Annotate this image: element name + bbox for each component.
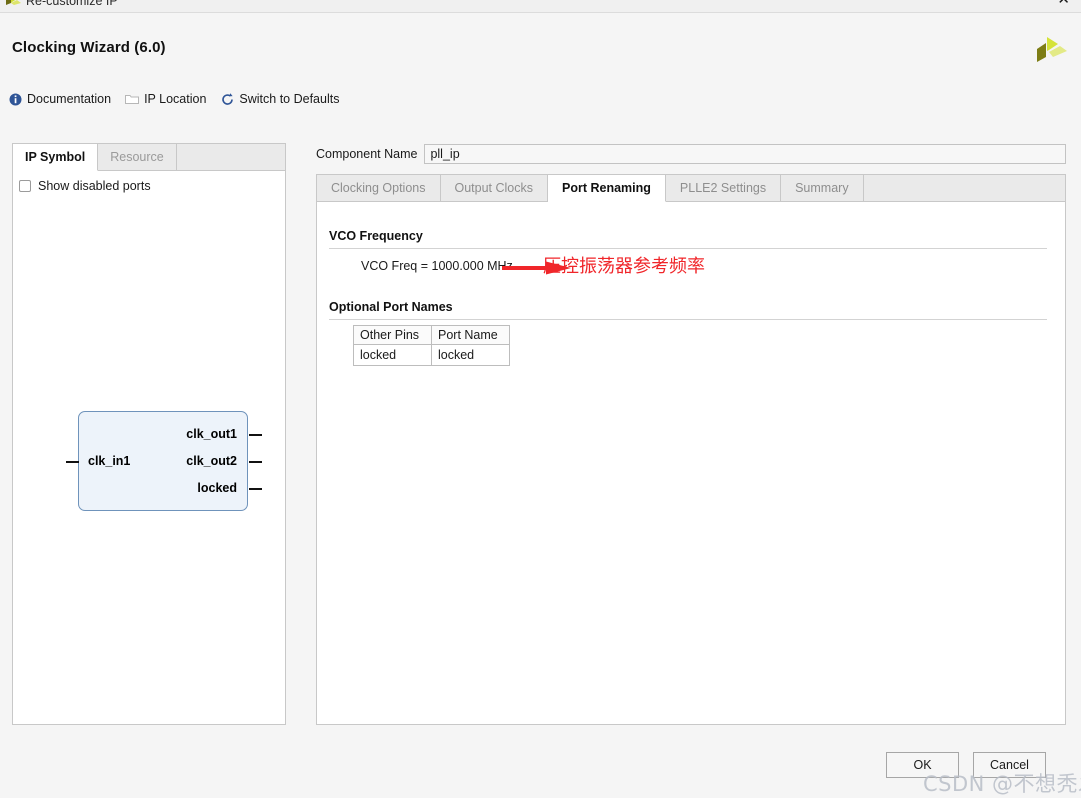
settings-tabbar: Clocking Options Output Clocks Port Rena…: [316, 174, 1066, 202]
column-header-other-pins: Other Pins: [353, 325, 432, 345]
xilinx-logo-icon: [1029, 30, 1069, 70]
table-header-row: Other Pins Port Name: [353, 325, 510, 345]
pin-line-clk-out2: [249, 461, 262, 463]
folder-icon: [125, 92, 140, 106]
tab-ip-symbol[interactable]: IP Symbol: [13, 144, 99, 171]
port-name-input[interactable]: locked: [431, 344, 510, 366]
vco-section-divider: [329, 248, 1047, 249]
port-renaming-content: VCO Frequency VCO Freq = 1000.000 MHz 压控…: [316, 202, 1066, 725]
app-icon: [6, 0, 21, 9]
column-header-port-name: Port Name: [431, 325, 510, 345]
tab-clocking-options[interactable]: Clocking Options: [317, 175, 441, 201]
window-title-bar: Re-customize IP ✕: [0, 0, 1081, 13]
tab-output-clocks-label: Output Clocks: [454, 181, 534, 195]
vco-frequency-value: VCO Freq = 1000.000 MHz: [361, 259, 513, 273]
pin-label-locked: locked: [197, 481, 237, 495]
pin-label-clk-out2: clk_out2: [186, 454, 237, 468]
optional-port-names-table: Other Pins Port Name locked locked: [353, 325, 510, 366]
pin-line-clk-in1: [66, 461, 79, 463]
component-name-label: Component Name: [316, 147, 418, 161]
cancel-button[interactable]: Cancel: [973, 752, 1046, 778]
tab-ip-symbol-label: IP Symbol: [25, 150, 86, 164]
vco-frequency-heading: VCO Frequency: [329, 229, 423, 243]
ip-symbol-diagram: clk_in1 clk_out1 clk_out2 locked: [66, 411, 266, 521]
close-icon[interactable]: ✕: [1057, 0, 1070, 8]
tab-plle2-settings-label: PLLE2 Settings: [679, 181, 767, 195]
component-name-row: Component Name: [316, 143, 1066, 165]
switch-to-defaults-link[interactable]: Switch to Defaults: [220, 92, 339, 106]
pin-label-clk-in1: clk_in1: [88, 454, 131, 468]
pin-line-locked: [249, 488, 262, 490]
pin-label-clk-out1: clk_out1: [186, 427, 237, 441]
page-title: Clocking Wizard (6.0): [12, 39, 166, 56]
documentation-link[interactable]: Documentation: [8, 92, 111, 106]
dialog-toolbar: Documentation IP Location Switch to Defa…: [8, 88, 353, 110]
switch-to-defaults-label: Switch to Defaults: [239, 92, 340, 106]
optional-ports-divider: [329, 319, 1047, 320]
dialog-footer: OK Cancel: [886, 752, 1046, 778]
window-title: Re-customize IP: [26, 0, 118, 8]
table-row: locked locked: [353, 344, 510, 366]
component-name-input[interactable]: [424, 144, 1066, 164]
tab-clocking-options-label: Clocking Options: [331, 181, 426, 195]
show-disabled-ports-checkbox[interactable]: [19, 180, 31, 192]
info-icon: [8, 92, 22, 106]
tab-output-clocks[interactable]: Output Clocks: [440, 175, 549, 201]
refresh-icon: [220, 92, 234, 106]
tab-port-renaming-label: Port Renaming: [562, 181, 651, 195]
ip-location-link[interactable]: IP Location: [125, 92, 206, 106]
tab-port-renaming[interactable]: Port Renaming: [548, 175, 666, 202]
tab-resource-label: Resource: [110, 150, 164, 164]
tab-summary-label: Summary: [795, 181, 849, 195]
cell-other-pin: locked: [353, 344, 432, 366]
tab-resource[interactable]: Resource: [98, 144, 177, 170]
left-panel-tabbar: IP Symbol Resource: [12, 143, 286, 171]
cell-port-name[interactable]: locked: [431, 344, 510, 366]
annotation-text: 压控振荡器参考频率: [543, 256, 705, 277]
ip-symbol-body: Show disabled ports clk_in1 clk_out1 clk…: [12, 171, 286, 725]
tab-summary[interactable]: Summary: [781, 175, 864, 201]
pin-line-clk-out1: [249, 434, 262, 436]
documentation-label: Documentation: [27, 92, 112, 106]
optional-port-names-heading: Optional Port Names: [329, 300, 453, 314]
show-disabled-ports-label: Show disabled ports: [38, 179, 151, 193]
ok-button[interactable]: OK: [886, 752, 959, 778]
ip-location-label: IP Location: [144, 92, 207, 106]
show-disabled-ports-row[interactable]: Show disabled ports: [19, 179, 151, 193]
tab-plle2-settings[interactable]: PLLE2 Settings: [665, 175, 782, 201]
